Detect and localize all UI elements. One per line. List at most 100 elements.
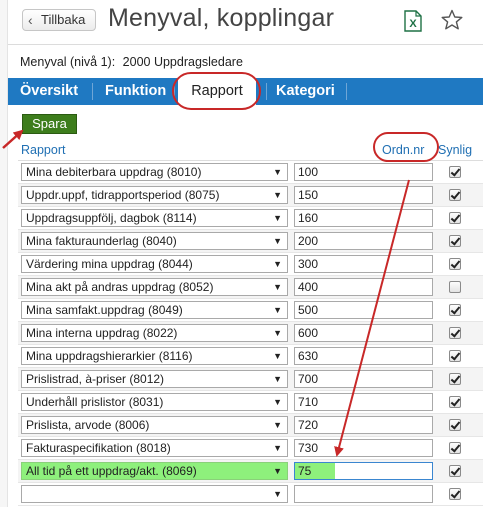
report-select[interactable]: Mina samfakt.uppdrag (8049) ▼ [21, 301, 288, 319]
dropdown-arrow-icon: ▼ [273, 328, 282, 338]
report-select[interactable]: Mina interna uppdrag (8022) ▼ [21, 324, 288, 342]
table-row: Mina samfakt.uppdrag (8049) ▼ 500 [18, 299, 483, 322]
order-number-input[interactable]: 100 [294, 163, 433, 181]
dropdown-arrow-icon: ▼ [273, 259, 282, 269]
dropdown-arrow-icon: ▼ [273, 443, 282, 453]
dropdown-arrow-icon: ▼ [273, 420, 282, 430]
report-select-value: Prislista, arvode (8006) [26, 418, 150, 432]
report-select[interactable]: Mina akt på andras uppdrag (8052) ▼ [21, 278, 288, 296]
report-select[interactable]: Mina uppdragshierarkier (8116) ▼ [21, 347, 288, 365]
report-select[interactable]: Mina debiterbara uppdrag (8010) ▼ [21, 163, 288, 181]
report-select[interactable]: Uppdragsuppfölj, dagbok (8114) ▼ [21, 209, 288, 227]
visible-checkbox[interactable] [449, 350, 461, 362]
report-select[interactable]: ▼ [21, 485, 288, 503]
back-button-label: Tillbaka [41, 12, 86, 27]
order-number-input[interactable]: 300 [294, 255, 433, 273]
table-row: Mina interna uppdrag (8022) ▼ 600 [18, 322, 483, 345]
visible-checkbox[interactable] [449, 327, 461, 339]
report-select[interactable]: Fakturaspecifikation (8018) ▼ [21, 439, 288, 457]
table-row: Uppdr.uppf, tidrapportsperiod (8075) ▼ 150 [18, 184, 483, 207]
report-select[interactable]: Underhåll prislistor (8031) ▼ [21, 393, 288, 411]
menu-level-label: Menyval (nivå 1): [20, 55, 116, 69]
dropdown-arrow-icon: ▼ [273, 397, 282, 407]
report-select[interactable]: All tid på ett uppdrag/akt. (8069) ▼ [21, 462, 288, 480]
order-number-input[interactable]: 150 [294, 186, 433, 204]
report-select[interactable]: Uppdr.uppf, tidrapportsperiod (8075) ▼ [21, 186, 288, 204]
excel-icon[interactable]: X [403, 10, 423, 32]
column-header-report[interactable]: Rapport [21, 143, 65, 157]
table-header: Rapport Ordn.nr Synlig [18, 132, 483, 162]
back-button[interactable]: ‹ Tillbaka [22, 9, 96, 31]
report-select[interactable]: Värdering mina uppdrag (8044) ▼ [21, 255, 288, 273]
visible-checkbox[interactable] [449, 396, 461, 408]
visible-checkbox[interactable] [449, 419, 461, 431]
save-button[interactable]: Spara [22, 114, 77, 134]
report-select-value: Mina fakturaunderlag (8040) [26, 234, 177, 248]
tab-separator [174, 83, 175, 100]
order-number-input[interactable]: 160 [294, 209, 433, 227]
tab-separator [266, 83, 267, 100]
report-select-value: Uppdr.uppf, tidrapportsperiod (8075) [26, 188, 220, 202]
report-select-value: Underhåll prislistor (8031) [26, 395, 164, 409]
visible-checkbox[interactable] [449, 373, 461, 385]
tab-separator [346, 83, 347, 100]
visible-checkbox[interactable] [449, 235, 461, 247]
visible-checkbox[interactable] [449, 281, 461, 293]
tab-separator [92, 83, 93, 100]
column-header-order[interactable]: Ordn.nr [382, 143, 424, 157]
report-select-value: All tid på ett uppdrag/akt. (8069) [26, 464, 197, 478]
visible-checkbox[interactable] [449, 465, 461, 477]
report-select[interactable]: Prislistrad, à-priser (8012) ▼ [21, 370, 288, 388]
report-select-value: Mina debiterbara uppdrag (8010) [26, 165, 202, 179]
dropdown-arrow-icon: ▼ [273, 213, 282, 223]
table-row: All tid på ett uppdrag/akt. (8069) ▼ 75 [18, 460, 483, 483]
visible-checkbox[interactable] [449, 189, 461, 201]
dropdown-arrow-icon: ▼ [273, 305, 282, 315]
column-header-visible[interactable]: Synlig [438, 143, 472, 157]
dropdown-arrow-icon: ▼ [273, 466, 282, 476]
table-row: Prislista, arvode (8006) ▼ 720 [18, 414, 483, 437]
left-panel-edge [0, 0, 8, 507]
report-select-value: Mina akt på andras uppdrag (8052) [26, 280, 214, 294]
dropdown-arrow-icon: ▼ [273, 236, 282, 246]
order-number-input[interactable]: 600 [294, 324, 433, 342]
tab-rapport[interactable]: Rapport [178, 78, 256, 107]
page-title: Menyval, kopplingar [108, 4, 335, 32]
order-number-input[interactable]: 630 [294, 347, 433, 365]
menu-level-value: 2000 Uppdragsledare [122, 55, 243, 69]
visible-checkbox[interactable] [449, 212, 461, 224]
order-number-input[interactable]: 500 [294, 301, 433, 319]
order-number-input[interactable]: 730 [294, 439, 433, 457]
order-number-input[interactable]: 400 [294, 278, 433, 296]
visible-checkbox[interactable] [449, 442, 461, 454]
visible-checkbox[interactable] [449, 304, 461, 316]
dropdown-arrow-icon: ▼ [273, 282, 282, 292]
dropdown-arrow-icon: ▼ [273, 167, 282, 177]
report-select[interactable]: Prislista, arvode (8006) ▼ [21, 416, 288, 434]
visible-checkbox[interactable] [449, 488, 461, 500]
tab-kategori[interactable]: Kategori [276, 78, 335, 105]
table-row: Underhåll prislistor (8031) ▼ 710 [18, 391, 483, 414]
table-row: Mina fakturaunderlag (8040) ▼ 200 [18, 230, 483, 253]
table-row: Mina uppdragshierarkier (8116) ▼ 630 [18, 345, 483, 368]
chevron-left-icon: ‹ [28, 12, 33, 28]
report-select-value: Uppdragsuppfölj, dagbok (8114) [26, 211, 197, 225]
report-select[interactable]: Mina fakturaunderlag (8040) ▼ [21, 232, 288, 250]
report-select-value: Mina interna uppdrag (8022) [26, 326, 178, 340]
order-number-input[interactable]: 200 [294, 232, 433, 250]
visible-checkbox[interactable] [449, 258, 461, 270]
dropdown-arrow-icon: ▼ [273, 351, 282, 361]
order-number-input[interactable]: 710 [294, 393, 433, 411]
tab-oversikt[interactable]: Översikt [20, 78, 78, 105]
order-number-input[interactable]: 75 [294, 462, 433, 480]
order-number-input[interactable]: 720 [294, 416, 433, 434]
order-number-input[interactable]: 700 [294, 370, 433, 388]
star-icon[interactable] [440, 8, 464, 32]
table-row: Mina akt på andras uppdrag (8052) ▼ 400 [18, 276, 483, 299]
table-row: Prislistrad, à-priser (8012) ▼ 700 [18, 368, 483, 391]
report-select-value: Mina uppdragshierarkier (8116) [26, 349, 193, 363]
order-number-input[interactable] [294, 485, 433, 503]
visible-checkbox[interactable] [449, 166, 461, 178]
tab-funktion[interactable]: Funktion [105, 78, 166, 105]
menu-level-info: Menyval (nivå 1): 2000 Uppdragsledare [20, 55, 247, 69]
